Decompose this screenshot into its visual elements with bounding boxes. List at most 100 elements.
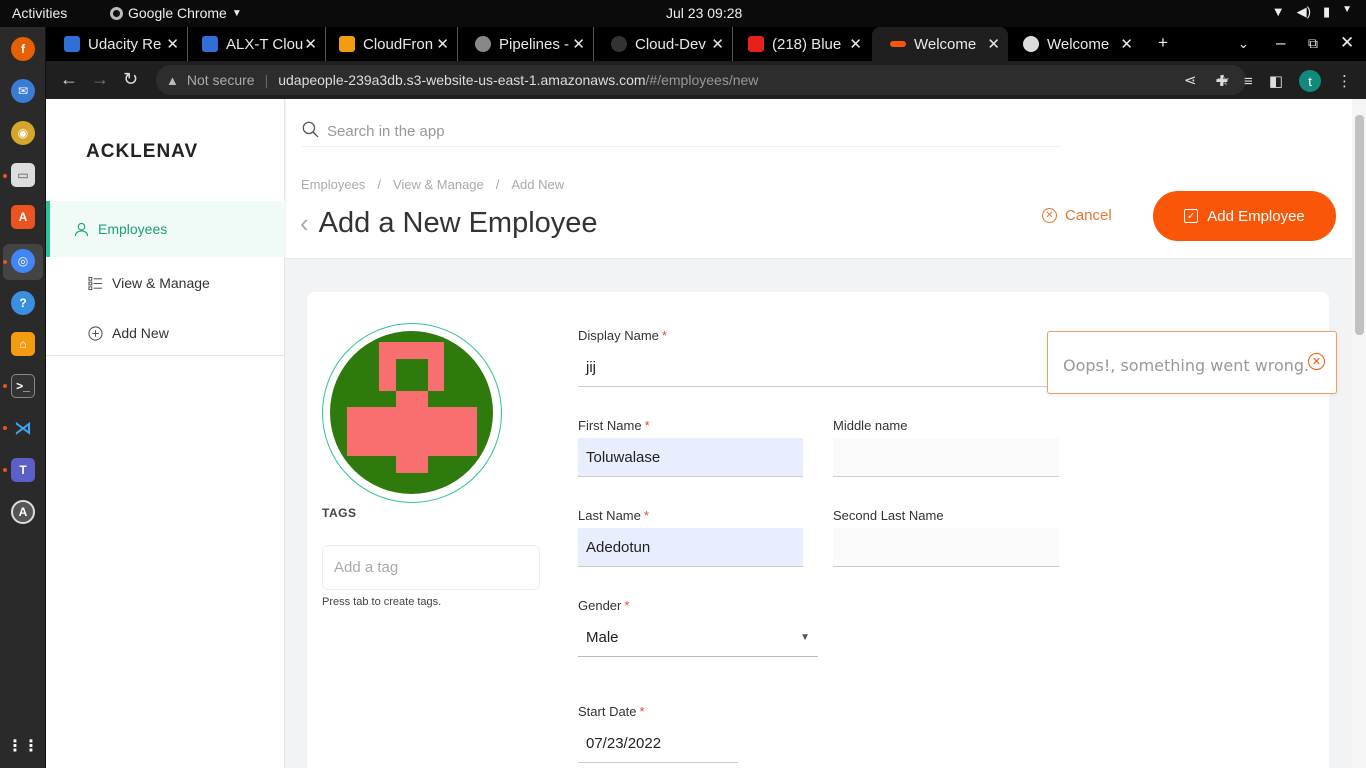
files-icon[interactable]: ▭ xyxy=(11,163,35,187)
menu-icon[interactable]: ⋮ xyxy=(1337,72,1352,90)
minimize-icon[interactable]: – xyxy=(1276,33,1285,53)
breadcrumb-view-manage[interactable]: View & Manage xyxy=(393,177,484,192)
close-icon[interactable]: ✕ xyxy=(849,35,862,53)
user-icon xyxy=(73,221,89,237)
close-icon[interactable]: ✕ xyxy=(987,35,1000,53)
display-name-field[interactable]: jij xyxy=(578,348,1059,387)
share-icon[interactable]: ⋖ xyxy=(1184,71,1197,89)
system-top-bar: Activities Google Chrome ▼ Jul 23 09:28 … xyxy=(0,0,1366,27)
maximize-icon[interactable]: ⧉ xyxy=(1308,35,1318,52)
page-scrollbar[interactable] xyxy=(1352,99,1366,768)
last-name-label: Last Name * xyxy=(578,508,649,523)
breadcrumb-separator: / xyxy=(377,177,381,192)
address-bar[interactable]: ▲ Not secure | udapeople-239a3db.s3-webs… xyxy=(156,65,1246,95)
close-icon[interactable]: ✕ xyxy=(1120,35,1133,53)
browser-tab[interactable]: Welcome ✕ xyxy=(1005,27,1141,61)
omnibox-separator: | xyxy=(264,72,269,88)
running-indicator xyxy=(3,260,7,264)
battery-icon: ▮ xyxy=(1322,4,1331,19)
browser-toolbar: ← → ↻ ▲ Not secure | udapeople-239a3db.s… xyxy=(46,61,1366,99)
last-name-field[interactable]: Adedotun xyxy=(578,528,803,567)
side-panel-icon[interactable]: ◧ xyxy=(1269,72,1283,90)
app-menu[interactable]: Google Chrome ▼ xyxy=(110,5,242,21)
security-label[interactable]: Not secure xyxy=(187,72,255,88)
page-title: ‹ Add a New Employee xyxy=(300,207,598,240)
browser-tab[interactable]: ALX-T Clou ✕ xyxy=(184,27,326,61)
system-tray[interactable]: ▼ ◀) ▮ ▼ xyxy=(1272,4,1352,20)
firefox-icon[interactable]: f xyxy=(11,37,35,61)
software-icon[interactable]: A xyxy=(11,205,35,229)
browser-tab-active[interactable]: Welcome ✕ xyxy=(872,27,1008,61)
tag-hint: Press tab to create tags. xyxy=(322,596,442,608)
gender-label: Gender * xyxy=(578,598,629,613)
identicon-block xyxy=(396,456,428,473)
search-icon xyxy=(302,121,319,142)
chrome-dock-icon[interactable]: ◎ xyxy=(11,249,35,273)
warning-icon[interactable]: ▲ xyxy=(166,73,179,88)
label-text: Second Last Name xyxy=(833,508,944,523)
sidebar-item-view-manage[interactable]: View & Manage xyxy=(46,255,285,311)
extensions-icon[interactable]: ✚ xyxy=(1215,72,1228,90)
running-indicator xyxy=(3,468,7,472)
second-last-name-field[interactable] xyxy=(833,528,1059,567)
avatar xyxy=(330,331,493,494)
back-icon[interactable]: ← xyxy=(60,69,78,90)
media-icon[interactable]: ≡ xyxy=(1244,73,1253,90)
tab-search-icon[interactable]: ⌄ xyxy=(1238,36,1249,52)
new-tab-icon[interactable]: + xyxy=(1158,33,1168,53)
gender-select[interactable]: Male ▼ xyxy=(578,618,818,657)
url-text[interactable]: udapeople-239a3db.s3-website-us-east-1.a… xyxy=(278,72,758,88)
chevron-left-icon[interactable]: ‹ xyxy=(300,208,309,239)
display-name-label: Display Name * xyxy=(578,328,667,343)
rhythmbox-icon[interactable]: ◉ xyxy=(11,121,35,145)
close-circle-icon[interactable]: ✕ xyxy=(1308,353,1325,370)
forward-icon[interactable]: → xyxy=(91,69,109,90)
second-last-name-label: Second Last Name xyxy=(833,508,944,523)
show-apps-icon[interactable]: ⋮⋮ xyxy=(7,734,39,758)
scrollbar-thumb[interactable] xyxy=(1355,115,1364,335)
close-icon[interactable]: ✕ xyxy=(572,35,585,53)
cancel-button[interactable]: ✕ Cancel xyxy=(1042,207,1112,224)
updater-icon[interactable]: A xyxy=(11,500,35,524)
middle-name-field[interactable] xyxy=(833,438,1059,477)
profile-avatar[interactable]: t xyxy=(1299,70,1321,92)
tag-input[interactable]: Add a tag xyxy=(322,545,540,590)
browser-tab[interactable]: (218) Blue ✕ xyxy=(730,27,870,61)
search-input[interactable]: Search in the app xyxy=(302,117,1062,147)
avatar-upload[interactable] xyxy=(322,323,502,503)
help-icon[interactable]: ? xyxy=(11,291,35,315)
tab-title: Welcome xyxy=(914,35,977,53)
teams-icon[interactable]: T xyxy=(11,458,35,482)
vscode-icon[interactable]: ⋊ xyxy=(11,416,35,440)
browser-tab[interactable]: Pipelines - ✕ xyxy=(457,27,594,61)
first-name-field[interactable]: Toluwalase xyxy=(578,438,803,477)
checkbox-icon: ✓ xyxy=(1184,209,1199,223)
app-sidebar: ACKLENAV Employees View & Manage Add New xyxy=(46,99,285,768)
start-date-field[interactable]: 07/23/2022 xyxy=(578,724,738,763)
clock[interactable]: Jul 23 09:28 xyxy=(666,5,742,21)
activities-button[interactable]: Activities xyxy=(12,5,67,21)
add-employee-button[interactable]: ✓ Add Employee xyxy=(1153,191,1336,241)
browser-tab[interactable]: Udacity Re ✕ xyxy=(46,27,188,61)
terminal-icon[interactable]: >_ xyxy=(11,374,35,398)
close-icon[interactable]: ✕ xyxy=(436,35,449,53)
close-icon[interactable]: ✕ xyxy=(304,35,317,53)
reload-icon[interactable]: ↻ xyxy=(123,69,138,90)
thunderbird-icon[interactable]: ✉ xyxy=(11,79,35,103)
close-icon[interactable]: ✕ xyxy=(166,35,179,53)
add-employee-label: Add Employee xyxy=(1207,207,1305,225)
breadcrumb-employees[interactable]: Employees xyxy=(301,177,365,192)
sidebar-item-employees[interactable]: Employees xyxy=(46,201,285,257)
tab-title: Pipelines - xyxy=(499,35,570,53)
identicon-hole xyxy=(396,359,428,391)
app-icon[interactable]: ⌂ xyxy=(11,332,35,356)
sidebar-item-add-new[interactable]: Add New xyxy=(46,305,285,361)
browser-tab[interactable]: CloudFron ✕ xyxy=(321,27,458,61)
identicon-block xyxy=(347,407,477,456)
close-window-icon[interactable]: ✕ xyxy=(1340,33,1354,53)
logo[interactable]: ACKLENAV xyxy=(86,141,198,163)
close-icon[interactable]: ✕ xyxy=(711,35,724,53)
browser-tab[interactable]: Cloud-Dev ✕ xyxy=(593,27,733,61)
chrome-icon xyxy=(110,6,123,20)
label-text: Start Date xyxy=(578,704,637,719)
